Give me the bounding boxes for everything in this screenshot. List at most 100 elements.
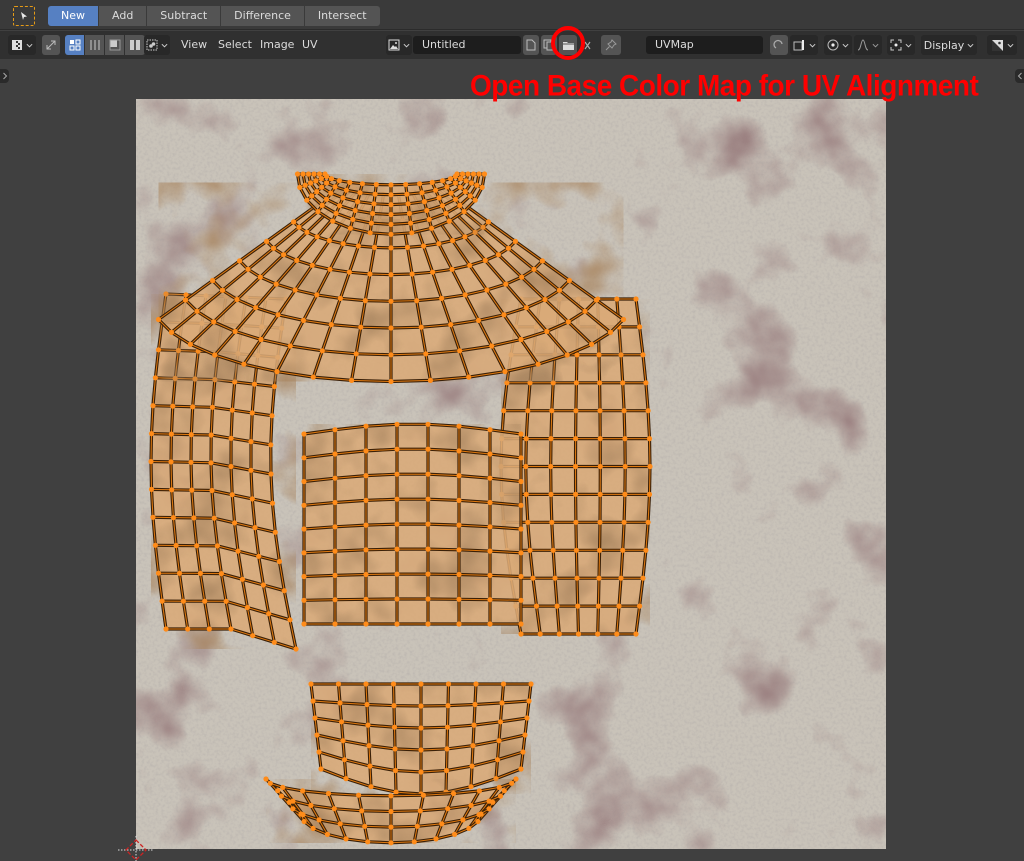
uv-vertex[interactable] <box>244 604 250 611</box>
uv-vertex[interactable] <box>425 596 431 602</box>
uv-vertex[interactable] <box>518 621 524 627</box>
uv-vertex[interactable] <box>362 823 368 829</box>
uv-vertex[interactable] <box>425 421 431 427</box>
uv-vertex[interactable] <box>564 352 570 358</box>
uv-vertex[interactable] <box>518 431 524 437</box>
uv-vertex[interactable] <box>266 611 272 617</box>
uv-vertex[interactable] <box>391 703 397 709</box>
uv-vertex[interactable] <box>316 749 322 755</box>
uv-vertex[interactable] <box>300 317 307 323</box>
uv-vertex[interactable] <box>597 436 603 442</box>
uv-vertex[interactable] <box>595 603 601 609</box>
uv-vertex[interactable] <box>335 681 342 687</box>
uv-vertex[interactable] <box>332 475 338 481</box>
uv-vertex[interactable] <box>249 410 255 416</box>
uv-vertex[interactable] <box>463 178 469 184</box>
uv-vertex[interactable] <box>501 408 507 414</box>
uv-vertex[interactable] <box>467 262 473 268</box>
uv-vertex[interactable] <box>332 427 338 433</box>
uv-vertex[interactable] <box>269 413 275 419</box>
uv-vertex[interactable] <box>421 243 427 249</box>
uv-vertex[interactable] <box>618 352 624 358</box>
uv-vertex[interactable] <box>444 184 450 190</box>
uv-vertex[interactable] <box>309 193 315 199</box>
uv-vertex[interactable] <box>310 698 316 704</box>
uv-vertex[interactable] <box>275 788 281 794</box>
uv-vertex[interactable] <box>509 780 515 786</box>
uv-vertex[interactable] <box>223 598 229 604</box>
uv-vertex[interactable] <box>450 238 456 244</box>
uv-vertex[interactable] <box>445 703 451 709</box>
uv-vertex[interactable] <box>343 836 349 842</box>
uv-vertex[interactable] <box>419 190 425 196</box>
uv-vertex[interactable] <box>328 176 335 182</box>
uv-vertex[interactable] <box>550 380 556 386</box>
uv-vertex[interactable] <box>418 747 424 753</box>
uv-vertex[interactable] <box>456 621 462 627</box>
uv-vertex[interactable] <box>393 789 399 795</box>
uv-vertex[interactable] <box>359 181 365 187</box>
uv-vertex[interactable] <box>328 322 334 328</box>
uv-map-field[interactable]: UVMap <box>646 36 763 54</box>
uv-vertex[interactable] <box>210 277 216 284</box>
uv-vertex[interactable] <box>301 621 307 627</box>
uv-vertex[interactable] <box>539 258 545 264</box>
mode-new-button[interactable]: New <box>48 6 99 26</box>
uv-vertex[interactable] <box>148 431 155 437</box>
uv-vertex[interactable] <box>300 812 306 818</box>
uv-vertex[interactable] <box>501 312 507 318</box>
uv-vertex[interactable] <box>364 701 370 708</box>
mode-add-button[interactable]: Add <box>99 6 148 26</box>
uv-vertex[interactable] <box>248 439 254 445</box>
menu-select[interactable]: Select <box>218 36 252 54</box>
uv-vertex[interactable] <box>459 171 466 177</box>
uv-vertex[interactable] <box>487 572 493 578</box>
uv-vertex[interactable] <box>448 322 454 328</box>
uv-vertex[interactable] <box>524 715 530 721</box>
uv-vertex[interactable] <box>367 271 373 277</box>
uv-vertex[interactable] <box>473 681 479 687</box>
uv-vertex[interactable] <box>208 460 214 466</box>
uv-vertex[interactable] <box>421 199 427 205</box>
uv-vertex[interactable] <box>518 502 524 508</box>
uv-vertex[interactable] <box>425 521 431 527</box>
uv-vertex[interactable] <box>535 361 541 367</box>
uv-vertex[interactable] <box>148 486 155 492</box>
uv-vertex[interactable] <box>518 478 524 485</box>
uv-vertex[interactable] <box>332 572 338 578</box>
uv-vertex[interactable] <box>365 722 371 728</box>
uv-vertex[interactable] <box>363 497 369 503</box>
uv-vertex[interactable] <box>237 258 243 264</box>
uv-vertex[interactable] <box>637 603 643 609</box>
uv-vertex[interactable] <box>388 272 394 278</box>
uv-vertex[interactable] <box>367 763 373 769</box>
uv-vertex[interactable] <box>301 550 307 556</box>
uv-vertex[interactable] <box>430 269 436 275</box>
uv-vertex[interactable] <box>343 776 349 782</box>
uv-vertex[interactable] <box>575 603 581 609</box>
uv-vertex[interactable] <box>235 548 241 554</box>
uv-vertex[interactable] <box>148 458 154 465</box>
uv-vertex[interactable] <box>388 211 394 218</box>
uv-vertex[interactable] <box>542 296 548 303</box>
uv-vertex[interactable] <box>188 459 194 465</box>
uv-vertex[interactable] <box>212 377 218 383</box>
uv-vertex[interactable] <box>549 519 555 525</box>
uv-vertex[interactable] <box>554 603 560 609</box>
uv-vertex[interactable] <box>301 597 307 603</box>
uv-vertex[interactable] <box>257 274 263 280</box>
uv-vertex[interactable] <box>274 369 280 375</box>
uv-vertex[interactable] <box>304 197 310 203</box>
face-select-button[interactable] <box>105 35 125 55</box>
uv-vertex[interactable] <box>404 244 411 250</box>
mode-difference-button[interactable]: Difference <box>221 6 305 26</box>
uv-vertex[interactable] <box>314 189 320 195</box>
uv-vertex[interactable] <box>461 209 467 215</box>
uv-vertex[interactable] <box>390 681 397 687</box>
uv-vertex[interactable] <box>392 746 398 752</box>
uv-vertex[interactable] <box>589 341 595 347</box>
uv-vertex[interactable] <box>194 543 200 549</box>
uv-vertex[interactable] <box>332 621 338 627</box>
uv-vertex[interactable] <box>190 404 196 410</box>
sticky-selection-dropdown[interactable] <box>144 35 170 55</box>
